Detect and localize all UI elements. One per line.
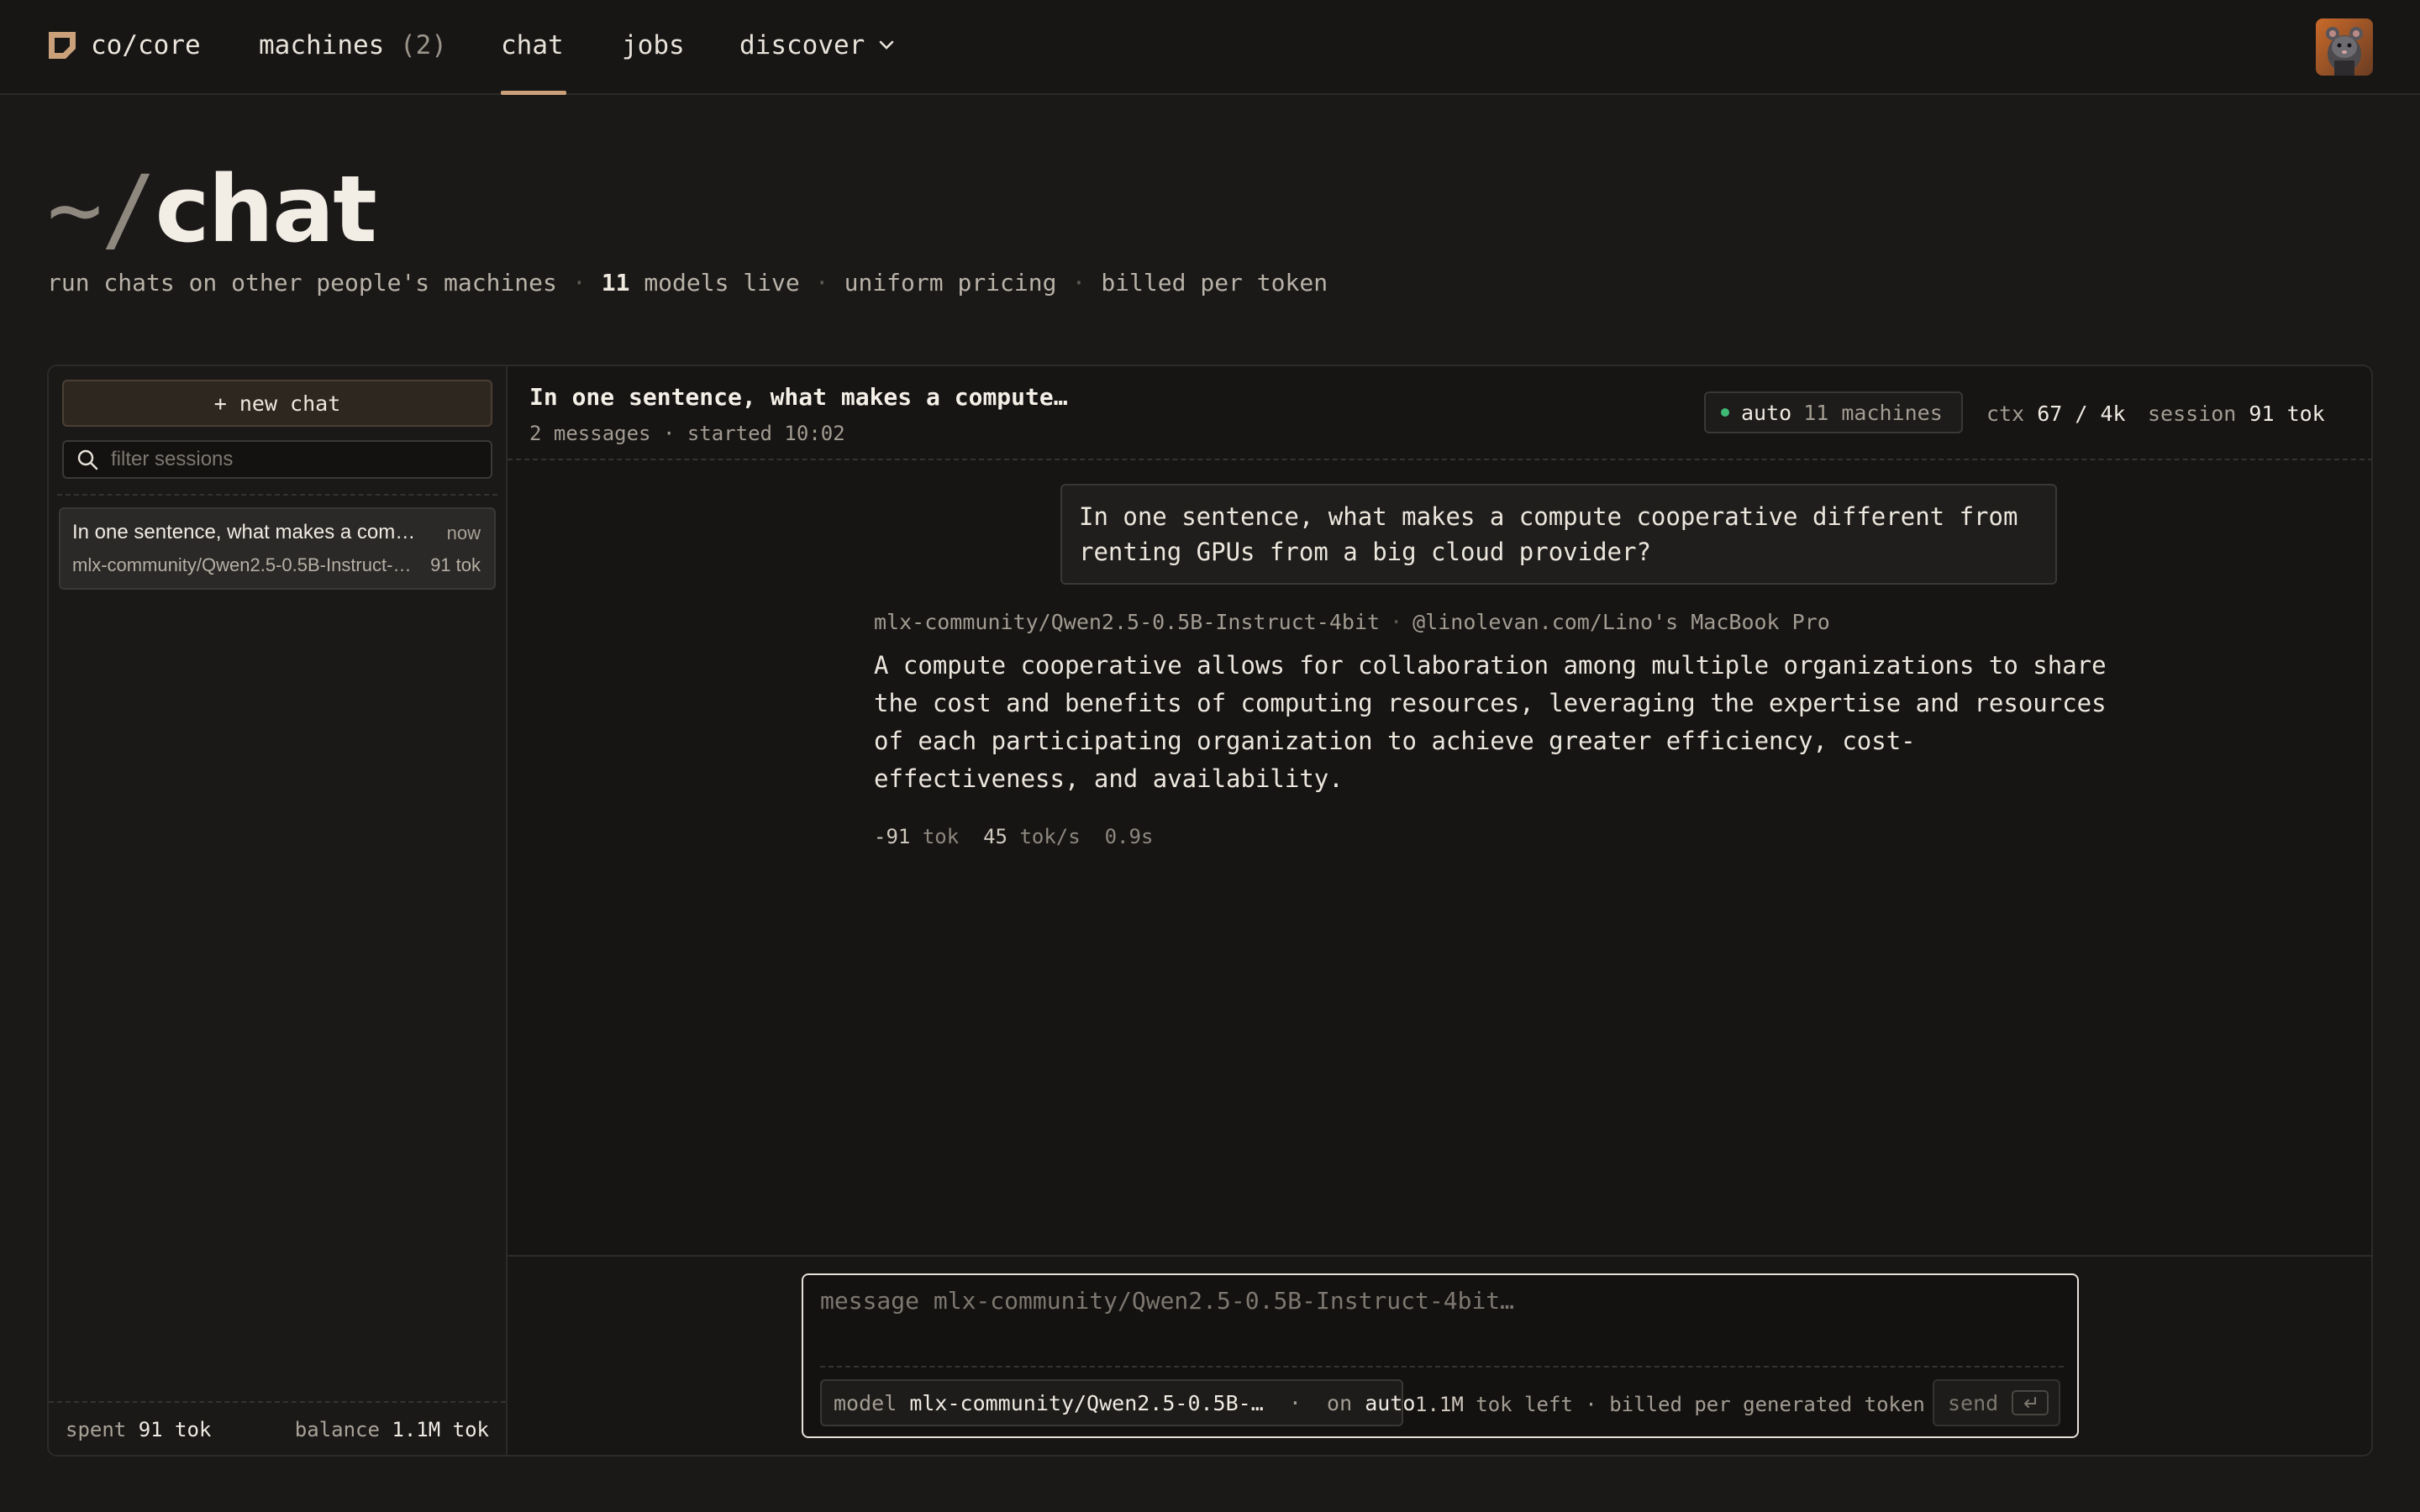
balance-value: 1.1M tok <box>392 1418 489 1441</box>
on-value: auto <box>1365 1390 1416 1415</box>
reply-meta: mlx-community/Qwen2.5-0.5B-Instruct-4bit… <box>874 610 1830 634</box>
nav-discover[interactable]: discover <box>739 30 897 60</box>
chat-panel: In one sentence, what makes a compute… 2… <box>508 366 2371 1455</box>
nav-chat-label: chat <box>501 30 564 60</box>
nav-machines-label: machines <box>259 30 385 60</box>
model-label: model <box>834 1390 897 1415</box>
balance-stat: balance 1.1M tok <box>295 1418 489 1441</box>
chat-meta: 2 messages · started 10:02 <box>529 422 845 445</box>
page-subtitle: run chats on other people's machines · 11 … <box>47 269 1328 297</box>
models-label: models live <box>644 269 800 297</box>
active-tab-indicator <box>501 91 566 95</box>
user-message: In one sentence, what makes a compute co… <box>1060 484 2057 585</box>
model-selector[interactable]: model mlx-community/Qwen2.5-0.5B-… · on … <box>820 1379 1415 1426</box>
reply-latency: 0.9s <box>1104 825 1154 848</box>
separator-dot: · <box>571 269 587 297</box>
user-avatar[interactable] <box>2316 18 2373 76</box>
reply-speed-unit: tok/s <box>1019 825 1081 848</box>
token-balance-note: 1.1M tok left · billed per generated tok… <box>1415 1393 1925 1416</box>
reply-host: @linolevan.com/Lino's MacBook Pro <box>1413 610 1830 634</box>
nav-jobs-label: jobs <box>622 30 685 60</box>
separator-dot: · <box>814 269 829 297</box>
separator-dot: · <box>1390 610 1403 634</box>
routing-mode: auto <box>1741 400 1792 425</box>
page-title: ~/ chat <box>47 155 377 263</box>
message-input[interactable] <box>820 1287 2047 1334</box>
chat-workspace: + new chat In one sentence, what makes a… <box>47 365 2373 1457</box>
models-count: 11 <box>601 269 630 297</box>
spent-stat: spent 91 tok <box>66 1418 211 1441</box>
tok-left-value: 1.1M <box>1415 1393 1464 1416</box>
assistant-message: A compute cooperative allows for collabo… <box>874 651 2107 793</box>
context-stat: ctx 67 / 4k <box>1986 402 2126 426</box>
ctx-label: ctx <box>1986 402 2025 426</box>
page-title-text: chat <box>155 155 376 263</box>
reply-stats: -91 tok 45 tok/s 0.9s <box>874 825 1153 848</box>
logo-icon <box>49 32 76 59</box>
spent-value: 91 tok <box>138 1418 212 1441</box>
session-model: mlx-community/Qwen2.5-0.5B-Instruct-4bit <box>72 554 417 575</box>
avatar-image <box>2316 18 2373 76</box>
reply-model: mlx-community/Qwen2.5-0.5B-Instruct-4bit <box>874 610 1381 634</box>
composer-area: model mlx-community/Qwen2.5-0.5B-… · on … <box>508 1255 2371 1455</box>
routing-machines: 11 machines <box>1803 400 1943 425</box>
divider <box>57 494 497 496</box>
session-item[interactable]: In one sentence, what makes a compute co… <box>59 507 496 590</box>
model-value: mlx-community/Qwen2.5-0.5B-… <box>909 1390 1264 1415</box>
ctx-value: 67 / 4k <box>2037 402 2126 426</box>
session-tokens: 91 tok <box>430 554 481 575</box>
chevron-down-icon <box>880 40 894 50</box>
pricing-note: uniform pricing <box>844 269 1057 297</box>
tok-left-label: tok left · billed per generated token <box>1476 1393 1925 1416</box>
billing-note: billed per token <box>1101 269 1328 297</box>
search-icon <box>77 449 98 470</box>
brand-name: co/core <box>91 30 201 60</box>
top-nav: co/core machines (2) chat jobs discover <box>0 0 2420 95</box>
composer: model mlx-community/Qwen2.5-0.5B-… · on … <box>802 1273 2079 1438</box>
reply-speed: 45 <box>983 825 1007 848</box>
status-dot-icon <box>1721 408 1729 417</box>
session-time: now <box>446 522 481 543</box>
sessions-sidebar: + new chat In one sentence, what makes a… <box>49 366 508 1455</box>
send-button[interactable]: send <box>1933 1379 2060 1426</box>
spent-label: spent <box>66 1418 127 1441</box>
nav-machines[interactable]: machines (2) <box>259 30 447 60</box>
page-title-prefix: ~/ <box>47 155 156 263</box>
session-stat: session 91 tok <box>2148 402 2325 426</box>
chat-title: In one sentence, what makes a compute… <box>529 383 1068 411</box>
subtitle-tagline: run chats on other people's machines <box>47 269 557 297</box>
session-label: session <box>2148 402 2237 426</box>
filter-sessions-input[interactable] <box>111 448 481 471</box>
brand-link[interactable]: co/core <box>47 30 201 60</box>
balance-label: balance <box>294 1418 380 1441</box>
usage-footer: spent 91 tok balance 1.1M tok <box>49 1401 506 1455</box>
session-title: In one sentence, what makes a compute co… <box>72 521 425 543</box>
filter-sessions-field[interactable] <box>62 440 492 479</box>
nav-jobs[interactable]: jobs <box>622 30 685 60</box>
session-value: 91 tok <box>2249 402 2325 426</box>
on-label: on <box>1327 1390 1353 1415</box>
nav-machines-count: (2) <box>399 30 447 60</box>
send-label: send <box>1948 1390 1999 1415</box>
routing-selector[interactable]: auto 11 machines <box>1704 391 1963 433</box>
nav-chat[interactable]: chat <box>501 30 564 60</box>
chat-header: In one sentence, what makes a compute… 2… <box>508 366 2371 460</box>
reply-tokens-unit: tok <box>922 825 960 848</box>
new-chat-button[interactable]: + new chat <box>62 380 492 427</box>
nav-discover-label: discover <box>739 30 865 60</box>
divider <box>820 1366 2064 1368</box>
separator-dot: · <box>1071 269 1086 297</box>
enter-key-icon <box>2012 1390 2049 1415</box>
reply-tokens: -91 <box>874 825 911 848</box>
